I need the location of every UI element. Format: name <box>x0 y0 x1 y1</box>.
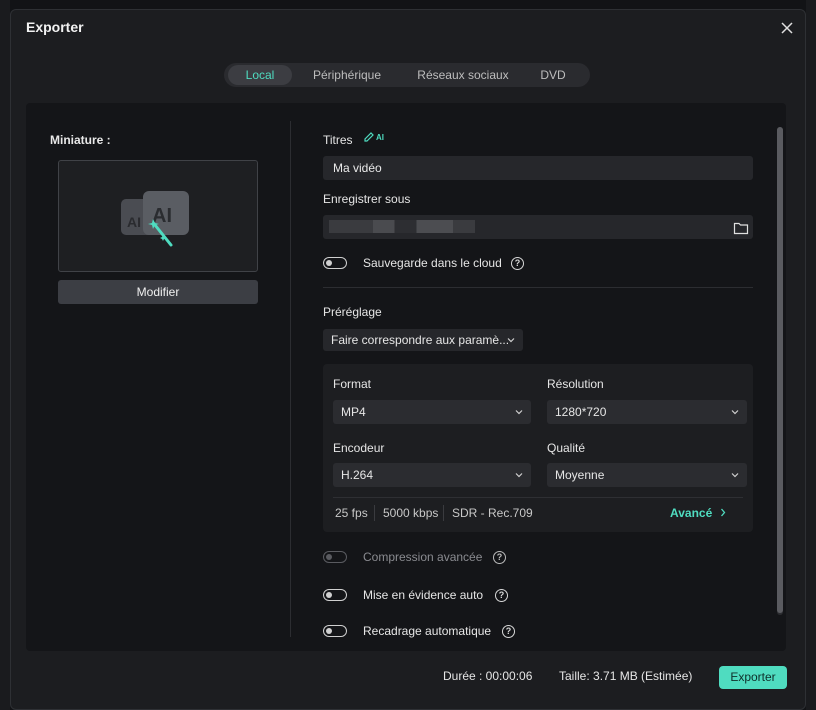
tab-social[interactable]: Réseaux sociaux <box>402 65 524 85</box>
quality-value: Moyenne <box>555 468 605 482</box>
title-label: Titres <box>323 133 353 147</box>
resolution-select[interactable]: 1280*720 <box>547 400 747 424</box>
quality-label: Qualité <box>547 441 586 455</box>
close-icon <box>781 22 793 34</box>
quality-select[interactable]: Moyenne <box>547 463 747 487</box>
auto-reframe-label: Recadrage automatique <box>363 624 492 638</box>
title-input[interactable]: Ma vidéo <box>323 156 753 180</box>
encoder-select[interactable]: H.264 <box>333 463 531 487</box>
chevron-down-icon <box>507 338 515 343</box>
color-space-info: SDR - Rec.709 <box>452 506 533 520</box>
auto-highlight-toggle[interactable] <box>323 589 347 601</box>
cloud-backup-toggle[interactable] <box>323 257 347 269</box>
close-button[interactable] <box>777 18 797 38</box>
auto-highlight-help-icon[interactable]: ? <box>495 589 508 602</box>
advanced-settings-link[interactable]: Avancé <box>670 506 727 520</box>
duration-text: Durée : 00:00:06 <box>443 669 533 683</box>
export-dialog: Exporter Local Périphérique Réseaux soci… <box>10 9 806 710</box>
auto-highlight-label: Mise en évidence auto <box>363 588 484 602</box>
save-path-redacted <box>329 220 475 233</box>
background-app-right <box>806 0 816 710</box>
auto-reframe-help-icon[interactable]: ? <box>502 625 515 638</box>
save-as-label: Enregistrer sous <box>323 192 411 206</box>
ai-badge: AI <box>376 132 384 142</box>
format-value: MP4 <box>341 405 366 419</box>
dialog-title: Exporter <box>26 19 84 35</box>
modify-thumbnail-button[interactable]: Modifier <box>58 280 258 304</box>
save-path-field[interactable] <box>323 215 753 239</box>
format-label: Format <box>333 377 372 391</box>
fps-info: 25 fps <box>335 506 368 520</box>
background-app-left <box>0 0 10 710</box>
encoder-label: Encodeur <box>333 441 385 455</box>
svg-text:AI: AI <box>127 214 141 230</box>
advanced-compression-toggle[interactable] <box>323 551 347 563</box>
bitrate-info: 5000 kbps <box>383 506 439 520</box>
folder-icon <box>733 222 749 235</box>
chevron-right-icon <box>720 508 725 517</box>
advanced-compression-label: Compression avancée <box>363 550 483 564</box>
panel-divider <box>290 121 291 637</box>
scrollbar[interactable] <box>777 127 783 615</box>
export-tabs: Local Périphérique Réseaux sociaux DVD <box>224 63 590 87</box>
info-separator <box>374 505 375 521</box>
preset-value: Faire correspondre aux paramè... <box>331 333 510 347</box>
chevron-down-icon <box>731 473 739 478</box>
preset-select[interactable]: Faire correspondre aux paramè... <box>323 329 523 351</box>
resolution-label: Résolution <box>547 377 604 391</box>
size-text: Taille: 3.71 MB (Estimée) <box>559 669 693 683</box>
tab-dvd[interactable]: DVD <box>524 65 582 85</box>
ai-title-button[interactable]: AI <box>363 131 384 143</box>
cloud-backup-label: Sauvegarde dans le cloud <box>363 256 502 270</box>
settings-panel: Miniature : AI AI Modifier Titres AI Ma … <box>26 103 786 651</box>
chevron-down-icon <box>515 473 523 478</box>
section-divider <box>323 287 753 288</box>
cloud-help-icon[interactable]: ? <box>511 257 524 270</box>
info-divider <box>333 497 743 498</box>
browse-folder-button[interactable] <box>733 219 749 243</box>
advanced-compression-help-icon[interactable]: ? <box>493 551 506 564</box>
encoder-value: H.264 <box>341 468 374 482</box>
preset-label: Préréglage <box>323 305 382 319</box>
chevron-down-icon <box>515 410 523 415</box>
auto-reframe-toggle[interactable] <box>323 625 347 637</box>
info-separator <box>443 505 444 521</box>
advanced-label: Avancé <box>670 506 713 520</box>
format-select[interactable]: MP4 <box>333 400 531 424</box>
resolution-value: 1280*720 <box>555 405 607 419</box>
encoding-settings: Format MP4 Résolution 1280*720 Encodeur … <box>323 364 753 532</box>
chevron-down-icon <box>731 410 739 415</box>
ai-pen-icon <box>364 132 374 142</box>
export-button[interactable]: Exporter <box>719 666 787 689</box>
tab-device[interactable]: Périphérique <box>292 65 402 85</box>
ai-image-icon: AI AI <box>121 191 189 247</box>
thumbnail-label: Miniature : <box>50 133 111 147</box>
scrollbar-thumb[interactable] <box>777 127 783 613</box>
tab-local[interactable]: Local <box>228 65 292 85</box>
thumbnail-preview[interactable]: AI AI <box>58 160 258 272</box>
